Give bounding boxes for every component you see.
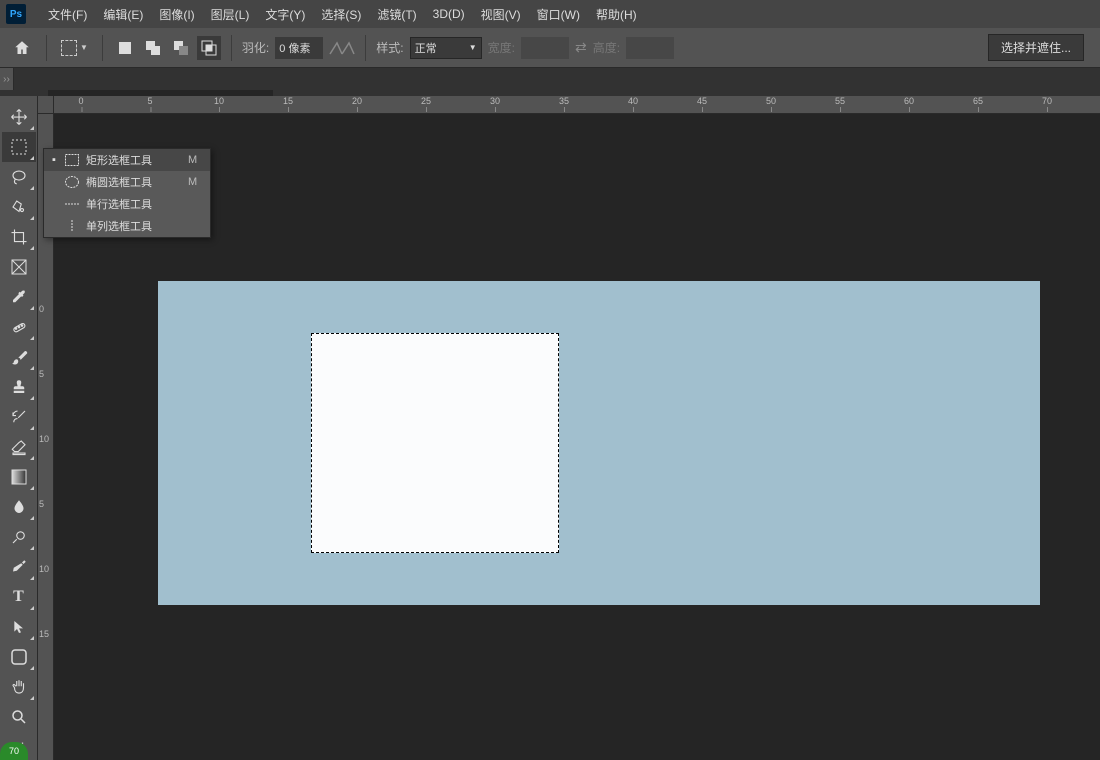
menu-edit[interactable]: 编辑(E): [95, 6, 151, 23]
menu-3d[interactable]: 3D(D): [425, 7, 473, 21]
panel-flyout-hint[interactable]: ››: [0, 68, 14, 90]
ruler-corner: [38, 96, 54, 114]
divider: [231, 35, 232, 61]
chevron-down-icon: ▼: [469, 43, 477, 52]
flyout-elliptical-marquee[interactable]: 椭圆选框工具 M: [44, 171, 210, 193]
menubar: Ps 文件(F) 编辑(E) 图像(I) 图层(L) 文字(Y) 选择(S) 滤…: [0, 0, 1100, 28]
chevron-down-icon: ▼: [80, 43, 88, 52]
menu-help[interactable]: 帮助(H): [588, 6, 645, 23]
eyedropper-tool[interactable]: [2, 282, 36, 312]
rect-marquee-icon: [64, 154, 80, 166]
gradient-tool[interactable]: [2, 462, 36, 492]
menu-select[interactable]: 选择(S): [313, 6, 369, 23]
toolbar: T ⋯: [0, 96, 38, 760]
menu-file[interactable]: 文件(F): [40, 6, 95, 23]
dodge-tool[interactable]: [2, 522, 36, 552]
zoom-tool[interactable]: [2, 702, 36, 732]
mode-add[interactable]: [141, 36, 165, 60]
height-input: [626, 37, 674, 59]
select-and-mask-button[interactable]: 选择并遮住...: [988, 34, 1084, 61]
menu-view[interactable]: 视图(V): [473, 6, 529, 23]
feather-input[interactable]: [275, 37, 323, 59]
antialias-icon[interactable]: [329, 40, 355, 56]
current-tool-indicator[interactable]: ▼: [57, 38, 92, 58]
divider: [365, 35, 366, 61]
style-label: 样式:: [376, 39, 403, 56]
bullet-icon: ▪: [50, 154, 58, 166]
shape-tool[interactable]: [2, 642, 36, 672]
move-tool[interactable]: [2, 102, 36, 132]
brush-tool[interactable]: [2, 342, 36, 372]
quick-select-tool[interactable]: [2, 192, 36, 222]
status-badge: 70: [0, 742, 28, 760]
mode-subtract[interactable]: [169, 36, 193, 60]
divider: [102, 35, 103, 61]
home-button[interactable]: [8, 34, 36, 62]
mode-new[interactable]: [113, 36, 137, 60]
menu-image[interactable]: 图像(I): [151, 6, 202, 23]
history-brush-tool[interactable]: [2, 402, 36, 432]
selection-mode-group: [113, 36, 221, 60]
canvas-image: [158, 281, 1040, 605]
stamp-tool[interactable]: [2, 372, 36, 402]
ps-logo: Ps: [6, 4, 26, 24]
home-icon: [13, 39, 31, 57]
flyout-single-col-marquee[interactable]: 单列选框工具: [44, 215, 210, 237]
flyout-rectangular-marquee[interactable]: ▪ 矩形选框工具 M: [44, 149, 210, 171]
options-bar: ▼ 羽化: 样式: 正常▼ 宽度: ⇄ 高度: 选择并遮住...: [0, 28, 1100, 68]
style-select[interactable]: 正常▼: [410, 37, 482, 59]
mode-intersect[interactable]: [197, 36, 221, 60]
ellipse-marquee-icon: [64, 176, 80, 188]
swap-icon: ⇄: [575, 39, 587, 56]
row-marquee-icon: [64, 198, 80, 210]
ruler-horizontal: 0 5 10 15 20 25 30 35 40 45 50 55 60 65 …: [54, 96, 1100, 114]
menu-window[interactable]: 窗口(W): [529, 6, 588, 23]
col-marquee-icon: [64, 220, 80, 232]
marquee-flyout-menu: ▪ 矩形选框工具 M 椭圆选框工具 M 单行选框工具 单列选框工具: [43, 148, 211, 238]
feather-label: 羽化:: [242, 39, 269, 56]
menu-type[interactable]: 文字(Y): [257, 6, 313, 23]
heal-tool[interactable]: [2, 312, 36, 342]
type-tool[interactable]: T: [2, 582, 36, 612]
menu-filter[interactable]: 滤镜(T): [369, 6, 424, 23]
menu-layer[interactable]: 图层(L): [203, 6, 258, 23]
width-label: 宽度:: [488, 39, 515, 56]
height-label: 高度:: [593, 39, 620, 56]
path-select-tool[interactable]: [2, 612, 36, 642]
blur-tool[interactable]: [2, 492, 36, 522]
divider: [46, 35, 47, 61]
lasso-tool[interactable]: [2, 162, 36, 192]
width-input: [521, 37, 569, 59]
marquee-tool[interactable]: [2, 132, 36, 162]
marquee-selection[interactable]: [311, 333, 559, 553]
frame-tool[interactable]: [2, 252, 36, 282]
crop-tool[interactable]: [2, 222, 36, 252]
flyout-single-row-marquee[interactable]: 单行选框工具: [44, 193, 210, 215]
eraser-tool[interactable]: [2, 432, 36, 462]
marquee-rect-icon: [61, 40, 77, 56]
pen-tool[interactable]: [2, 552, 36, 582]
hand-tool[interactable]: [2, 672, 36, 702]
